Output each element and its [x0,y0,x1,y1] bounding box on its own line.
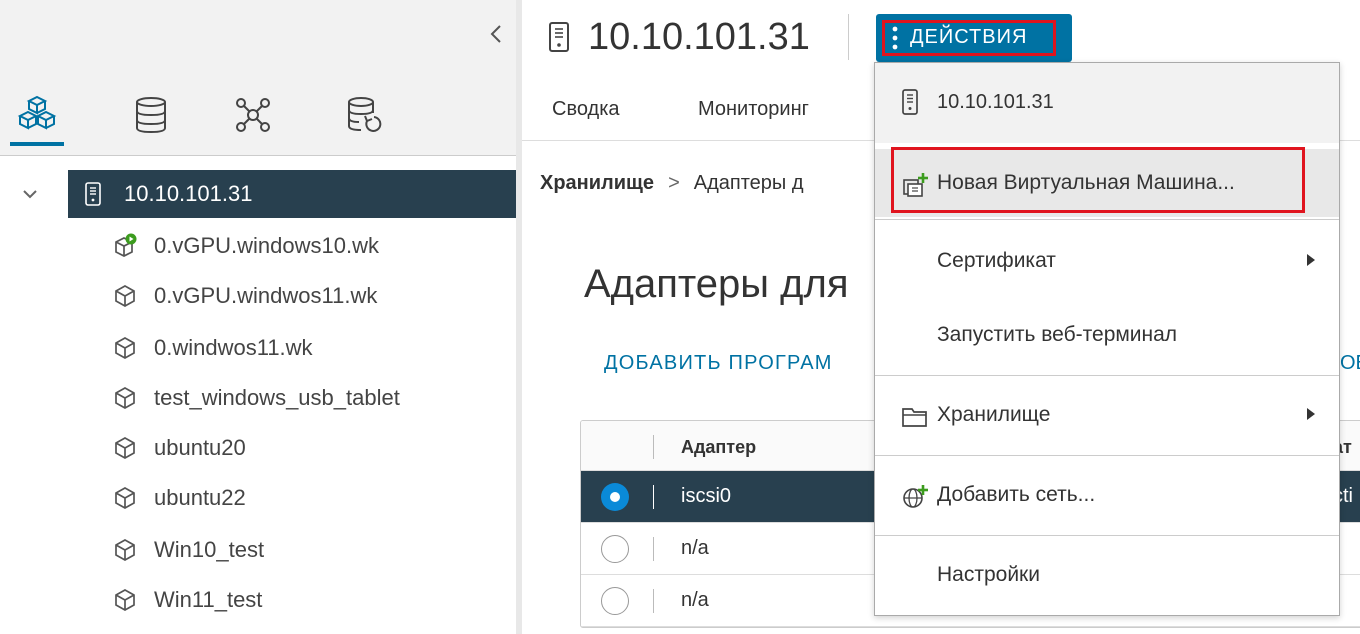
vm-label: test_windows_usb_tablet [154,385,400,410]
menu-separator [875,375,1339,376]
menu-item-label: Настройки [937,563,1040,586]
column-separator [653,485,654,509]
column-separator [653,537,654,561]
tree-item-vm[interactable]: 0.vGPU.windows10.wk [112,226,379,266]
host-icon [549,22,569,52]
highlight-box [882,20,1056,56]
cell-adapter: iscsi0 [681,485,732,507]
vm-label: ubuntu20 [154,435,246,460]
page-title-text: 10.10.101.31 [588,15,810,58]
vm-label: Win11_test [154,587,263,612]
row-radio[interactable] [601,535,629,563]
menu-header: 10.10.101.31 [875,63,1339,143]
title-divider [848,14,849,60]
menu-item-web-terminal[interactable]: Запустить веб-терминал [875,301,1339,369]
highlight-box [891,147,1305,213]
actions-menu: 10.10.101.31 Новая Виртуальная Машина...… [874,62,1340,616]
folder-icon [902,408,927,427]
submenu-arrow-icon [1307,254,1315,266]
app-root: 10.10.101.31 0.vGPU.windows10.wk 0.vGPU.… [0,0,1360,634]
vm-powered-on-icon [112,233,138,259]
vm-label: 0.vGPU.windwos11.wk [154,283,378,308]
tab-storage[interactable] [336,84,390,146]
vm-icon [112,283,138,309]
vm-label: 0.vGPU.windows10.wk [154,233,379,258]
chevron-left-icon [490,25,501,43]
menu-item-label: Сертификат [937,249,1056,272]
tree-host-label: 10.10.101.31 [124,181,253,206]
tree-item-vm[interactable]: Win11_test [112,580,262,620]
vm-label: 0.windwos11.wk [154,335,313,360]
cell-adapter: n/a [681,537,709,559]
tree-item-vm[interactable]: test_windows_usb_tablet [112,378,400,418]
column-separator [653,589,654,613]
tab-vms-templates[interactable] [124,84,178,146]
tree-item-vm[interactable]: ubuntu20 [112,428,246,468]
vm-icon [112,335,138,361]
tree-item-vm[interactable]: 0.windwos11.wk [112,328,313,368]
tree-item-vm[interactable]: Win10_test [112,530,264,570]
menu-item-add-network[interactable]: Добавить сеть... [875,461,1339,529]
toolbar-link-partial[interactable]: ОЕ [1340,352,1360,375]
breadcrumb-current: Адаптеры д [693,172,804,194]
host-icon [902,89,918,115]
vm-label: Win10_test [154,537,265,562]
menu-item-certificate[interactable]: Сертификат [875,227,1339,295]
page-title: 10.10.101.31 [548,12,810,62]
tab-hosts-clusters[interactable] [10,84,64,146]
column-separator [653,435,654,459]
vms-templates-icon [136,97,166,134]
menu-item-label: Запустить веб-терминал [937,323,1178,346]
hosts-clusters-icon [17,95,57,130]
menu-header-label: 10.10.101.31 [937,91,1054,113]
menu-separator [875,535,1339,536]
menu-item-storage[interactable]: Хранилище [875,381,1339,449]
vm-icon [112,435,138,461]
tree-item-vm[interactable]: 0.vGPU.windwos11.wk [112,276,377,316]
tree-item-vm[interactable]: ubuntu22 [112,478,246,518]
tree-item-host[interactable]: 10.10.101.31 [68,170,516,218]
navigator-tabs [0,74,516,156]
navigator-panel: 10.10.101.31 0.vGPU.windows10.wk 0.vGPU.… [0,0,516,634]
menu-separator [875,219,1339,220]
menu-item-settings[interactable]: Настройки [875,541,1339,609]
collapse-navigator-button[interactable] [486,22,506,46]
networking-icon [236,98,270,132]
row-radio[interactable] [601,587,629,615]
menu-item-label: Хранилище [937,403,1051,426]
section-heading: Адаптеры для [584,262,849,306]
vm-icon [112,385,138,411]
menu-item-label: Добавить сеть... [937,483,1096,506]
vm-icon [112,537,138,563]
host-icon [85,182,101,206]
breadcrumb: Хранилище > Адаптеры д [540,172,804,195]
breadcrumb-root[interactable]: Хранилище [540,172,654,195]
submenu-arrow-icon [1307,408,1315,420]
add-network-icon [903,485,928,508]
tab-summary[interactable]: Сводка [552,98,620,121]
vm-icon [112,587,138,613]
column-header-adapter[interactable]: Адаптер [681,437,756,458]
cell-adapter: n/a [681,589,709,611]
chevron-down-icon[interactable] [20,184,40,204]
breadcrumb-separator: > [668,172,680,194]
actions-button[interactable]: ДЕЙСТВИЯ [876,14,1072,62]
tab-networking[interactable] [226,84,280,146]
add-software-adapter-link[interactable]: ДОБАВИТЬ ПРОГРАМ [604,352,833,375]
vm-icon [112,485,138,511]
navigator-header [0,0,516,74]
vm-label: ubuntu22 [154,485,246,510]
menu-separator [875,455,1339,456]
storage-icon [348,97,382,132]
tab-monitor[interactable]: Мониторинг [698,98,809,121]
row-radio[interactable] [601,483,629,511]
